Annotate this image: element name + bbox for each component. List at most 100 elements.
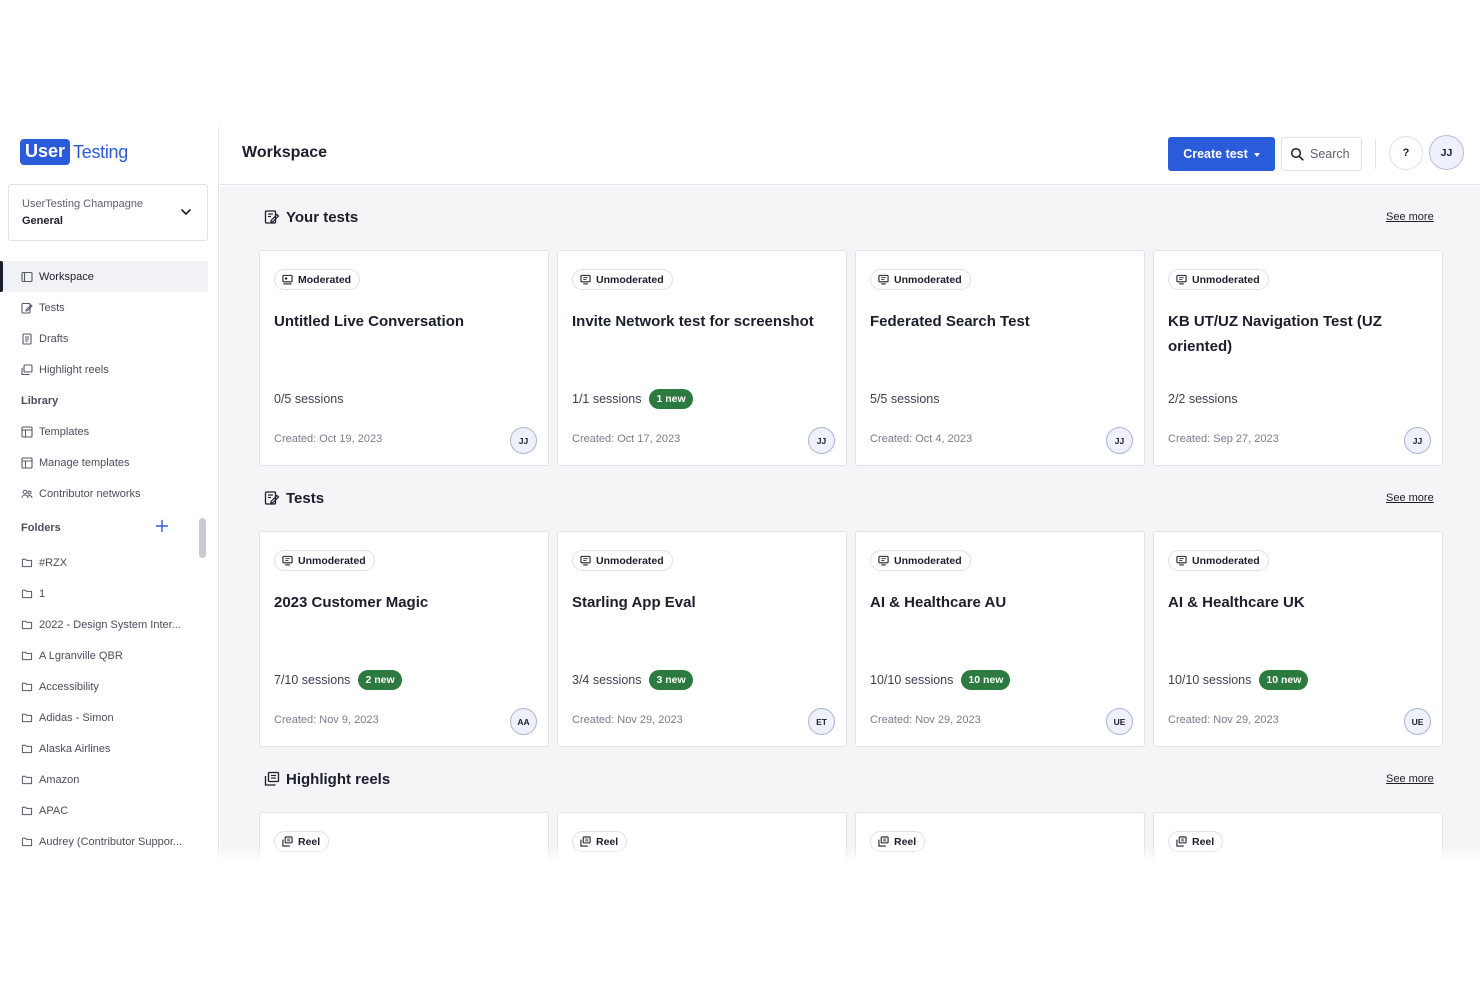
- test-type-label: Unmoderated: [1192, 273, 1260, 286]
- sessions-count: 10/10 sessions 10 new: [1168, 670, 1309, 690]
- test-type-badge: Unmoderated: [1168, 550, 1269, 571]
- main-content: Your tests See more Moderated Untitled Li…: [220, 186, 1480, 861]
- owner-avatar: JJ: [1106, 427, 1133, 454]
- create-test-label: Create test: [1183, 147, 1248, 161]
- template-icon: [21, 456, 33, 469]
- owner-avatar: JJ: [510, 427, 537, 454]
- owner-avatar: AA: [510, 708, 537, 735]
- see-more-tests-link[interactable]: See more: [1386, 492, 1434, 504]
- folder-label: APAC: [39, 804, 69, 817]
- test-card[interactable]: Unmoderated AI & Healthcare UK 10/10 sessi…: [1153, 531, 1443, 747]
- sessions-count: 2/2 sessions: [1168, 389, 1237, 409]
- card-title[interactable]: Federated Search Test: [870, 309, 1132, 334]
- user-avatar[interactable]: JJ: [1429, 135, 1464, 170]
- sessions-count: 5/5 sessions: [870, 389, 939, 409]
- section-highlight-reels-heading: Highlight reels: [264, 768, 390, 790]
- folder-item[interactable]: Audrey (Contributor Suppor...: [0, 826, 200, 857]
- reel-icon: [282, 836, 293, 847]
- test-type-label: Unmoderated: [894, 273, 962, 286]
- sidebar-item-drafts[interactable]: Drafts: [0, 323, 219, 354]
- sidebar-item-tests[interactable]: Tests: [0, 292, 219, 323]
- card-title[interactable]: 2023 Customer Magic: [274, 590, 536, 615]
- sidebar-item-workspace[interactable]: Workspace: [0, 261, 208, 292]
- search-button[interactable]: Search: [1281, 137, 1362, 171]
- created-date: Created: Oct 4, 2023: [870, 433, 973, 445]
- test-card[interactable]: Unmoderated KB UT/UZ Navigation Test (UZ …: [1153, 250, 1443, 466]
- document-icon: [22, 332, 32, 345]
- owner-avatar: JJ: [808, 427, 835, 454]
- reel-icon: [264, 771, 280, 786]
- see-more-highlight-reels-link[interactable]: See more: [1386, 773, 1434, 785]
- new-sessions-badge: 10 new: [961, 670, 1011, 690]
- template-icon: [21, 425, 33, 438]
- card-title[interactable]: Starling App Eval: [572, 590, 834, 615]
- test-card[interactable]: Unmoderated Starling App Eval 3/4 sessions…: [557, 531, 847, 747]
- create-test-button[interactable]: Create test: [1168, 137, 1275, 171]
- card-title[interactable]: AI & Healthcare UK: [1168, 590, 1430, 615]
- sidebar-item-templates[interactable]: Templates: [0, 416, 219, 447]
- folder-list: #RZX 1 2022 - Design System Inter... A Lgra…: [0, 547, 200, 857]
- test-card[interactable]: Unmoderated 2023 Customer Magic 7/10 sessi…: [259, 531, 549, 747]
- account-switcher[interactable]: UserTesting Champagne General: [8, 184, 208, 241]
- people-icon: [21, 489, 33, 498]
- folder-icon: [21, 837, 33, 847]
- search-icon: [1290, 147, 1304, 161]
- test-card[interactable]: Unmoderated AI & Healthcare AU 10/10 sessi…: [855, 531, 1145, 747]
- test-card[interactable]: Reel: [259, 812, 549, 861]
- sidebar-item-highlight-reels[interactable]: Highlight reels: [0, 354, 219, 385]
- test-type-label: Reel: [1192, 835, 1215, 848]
- test-card[interactable]: Reel: [1153, 812, 1443, 861]
- folder-item[interactable]: APAC: [0, 795, 200, 826]
- folder-label: Accessibility: [39, 680, 99, 693]
- card-title[interactable]: Untitled Live Conversation: [274, 309, 536, 334]
- folder-item[interactable]: Accessibility: [0, 671, 200, 702]
- sidebar-scrollbar[interactable]: [199, 518, 206, 558]
- card-title[interactable]: KB UT/UZ Navigation Test (UZ oriented): [1168, 309, 1430, 359]
- top-header: Workspace Create test Search ? JJ: [220, 126, 1480, 185]
- sessions-count: 10/10 sessions 10 new: [870, 670, 1011, 690]
- page-title: Workspace: [242, 144, 328, 161]
- account-org-name: UserTesting Champagne: [22, 198, 144, 210]
- owner-avatar: JJ: [1404, 427, 1431, 454]
- folder-item[interactable]: #RZX: [0, 547, 200, 578]
- folder-item[interactable]: Adidas - Simon: [0, 702, 200, 733]
- sidebar-item-label: Tests: [39, 301, 65, 314]
- usertesting-logo[interactable]: User Testing: [20, 139, 128, 165]
- folder-item[interactable]: A Lgranville QBR: [0, 640, 200, 671]
- test-card[interactable]: Unmoderated Federated Search Test 5/5 sess…: [855, 250, 1145, 466]
- see-more-your-tests-link[interactable]: See more: [1386, 211, 1434, 223]
- folder-item[interactable]: Alaska Airlines: [0, 733, 200, 764]
- folder-icon: [21, 589, 33, 599]
- edit-note-icon: [264, 491, 280, 505]
- section-your-tests-heading: Your tests: [264, 206, 358, 228]
- test-type-label: Reel: [596, 835, 619, 848]
- sessions-label: 5/5 sessions: [870, 392, 940, 406]
- created-date: Created: Oct 19, 2023: [274, 433, 383, 445]
- folder-icon: [21, 806, 33, 816]
- folder-item[interactable]: 1: [0, 578, 200, 609]
- card-title[interactable]: Invite Network test for screenshot: [572, 309, 834, 334]
- test-card[interactable]: Reel: [855, 812, 1145, 861]
- test-card[interactable]: Moderated Untitled Live Conversation 0/5 s…: [259, 250, 549, 466]
- card-title[interactable]: AI & Healthcare AU: [870, 590, 1132, 615]
- test-type-badge: Reel: [274, 831, 330, 852]
- folder-item[interactable]: 2022 - Design System Inter...: [0, 609, 200, 640]
- sidebar-item-label: Highlight reels: [39, 363, 109, 376]
- help-button[interactable]: ?: [1389, 136, 1423, 170]
- test-type-label: Unmoderated: [894, 554, 962, 567]
- caret-down-icon: [1253, 152, 1260, 157]
- folder-item[interactable]: Amazon: [0, 764, 200, 795]
- test-type-badge: Unmoderated: [572, 269, 673, 290]
- sidebar-item-contributor-networks[interactable]: Contributor networks: [0, 478, 219, 509]
- owner-avatar: UE: [1404, 708, 1431, 735]
- test-card[interactable]: Unmoderated Invite Network test for scree…: [557, 250, 847, 466]
- sessions-count: 7/10 sessions 2 new: [274, 670, 402, 690]
- sidebar-item-manage-templates[interactable]: Manage templates: [0, 447, 219, 478]
- folder-label: Alaska Airlines: [39, 742, 111, 755]
- sidebar-nav: Workspace Tests Drafts Highlight reels L…: [0, 261, 219, 509]
- created-date: Created: Nov 29, 2023: [572, 714, 683, 726]
- plus-icon[interactable]: [155, 519, 169, 533]
- test-type-badge: Unmoderated: [870, 269, 971, 290]
- test-card[interactable]: Reel: [557, 812, 847, 861]
- reel-icon: [580, 836, 591, 847]
